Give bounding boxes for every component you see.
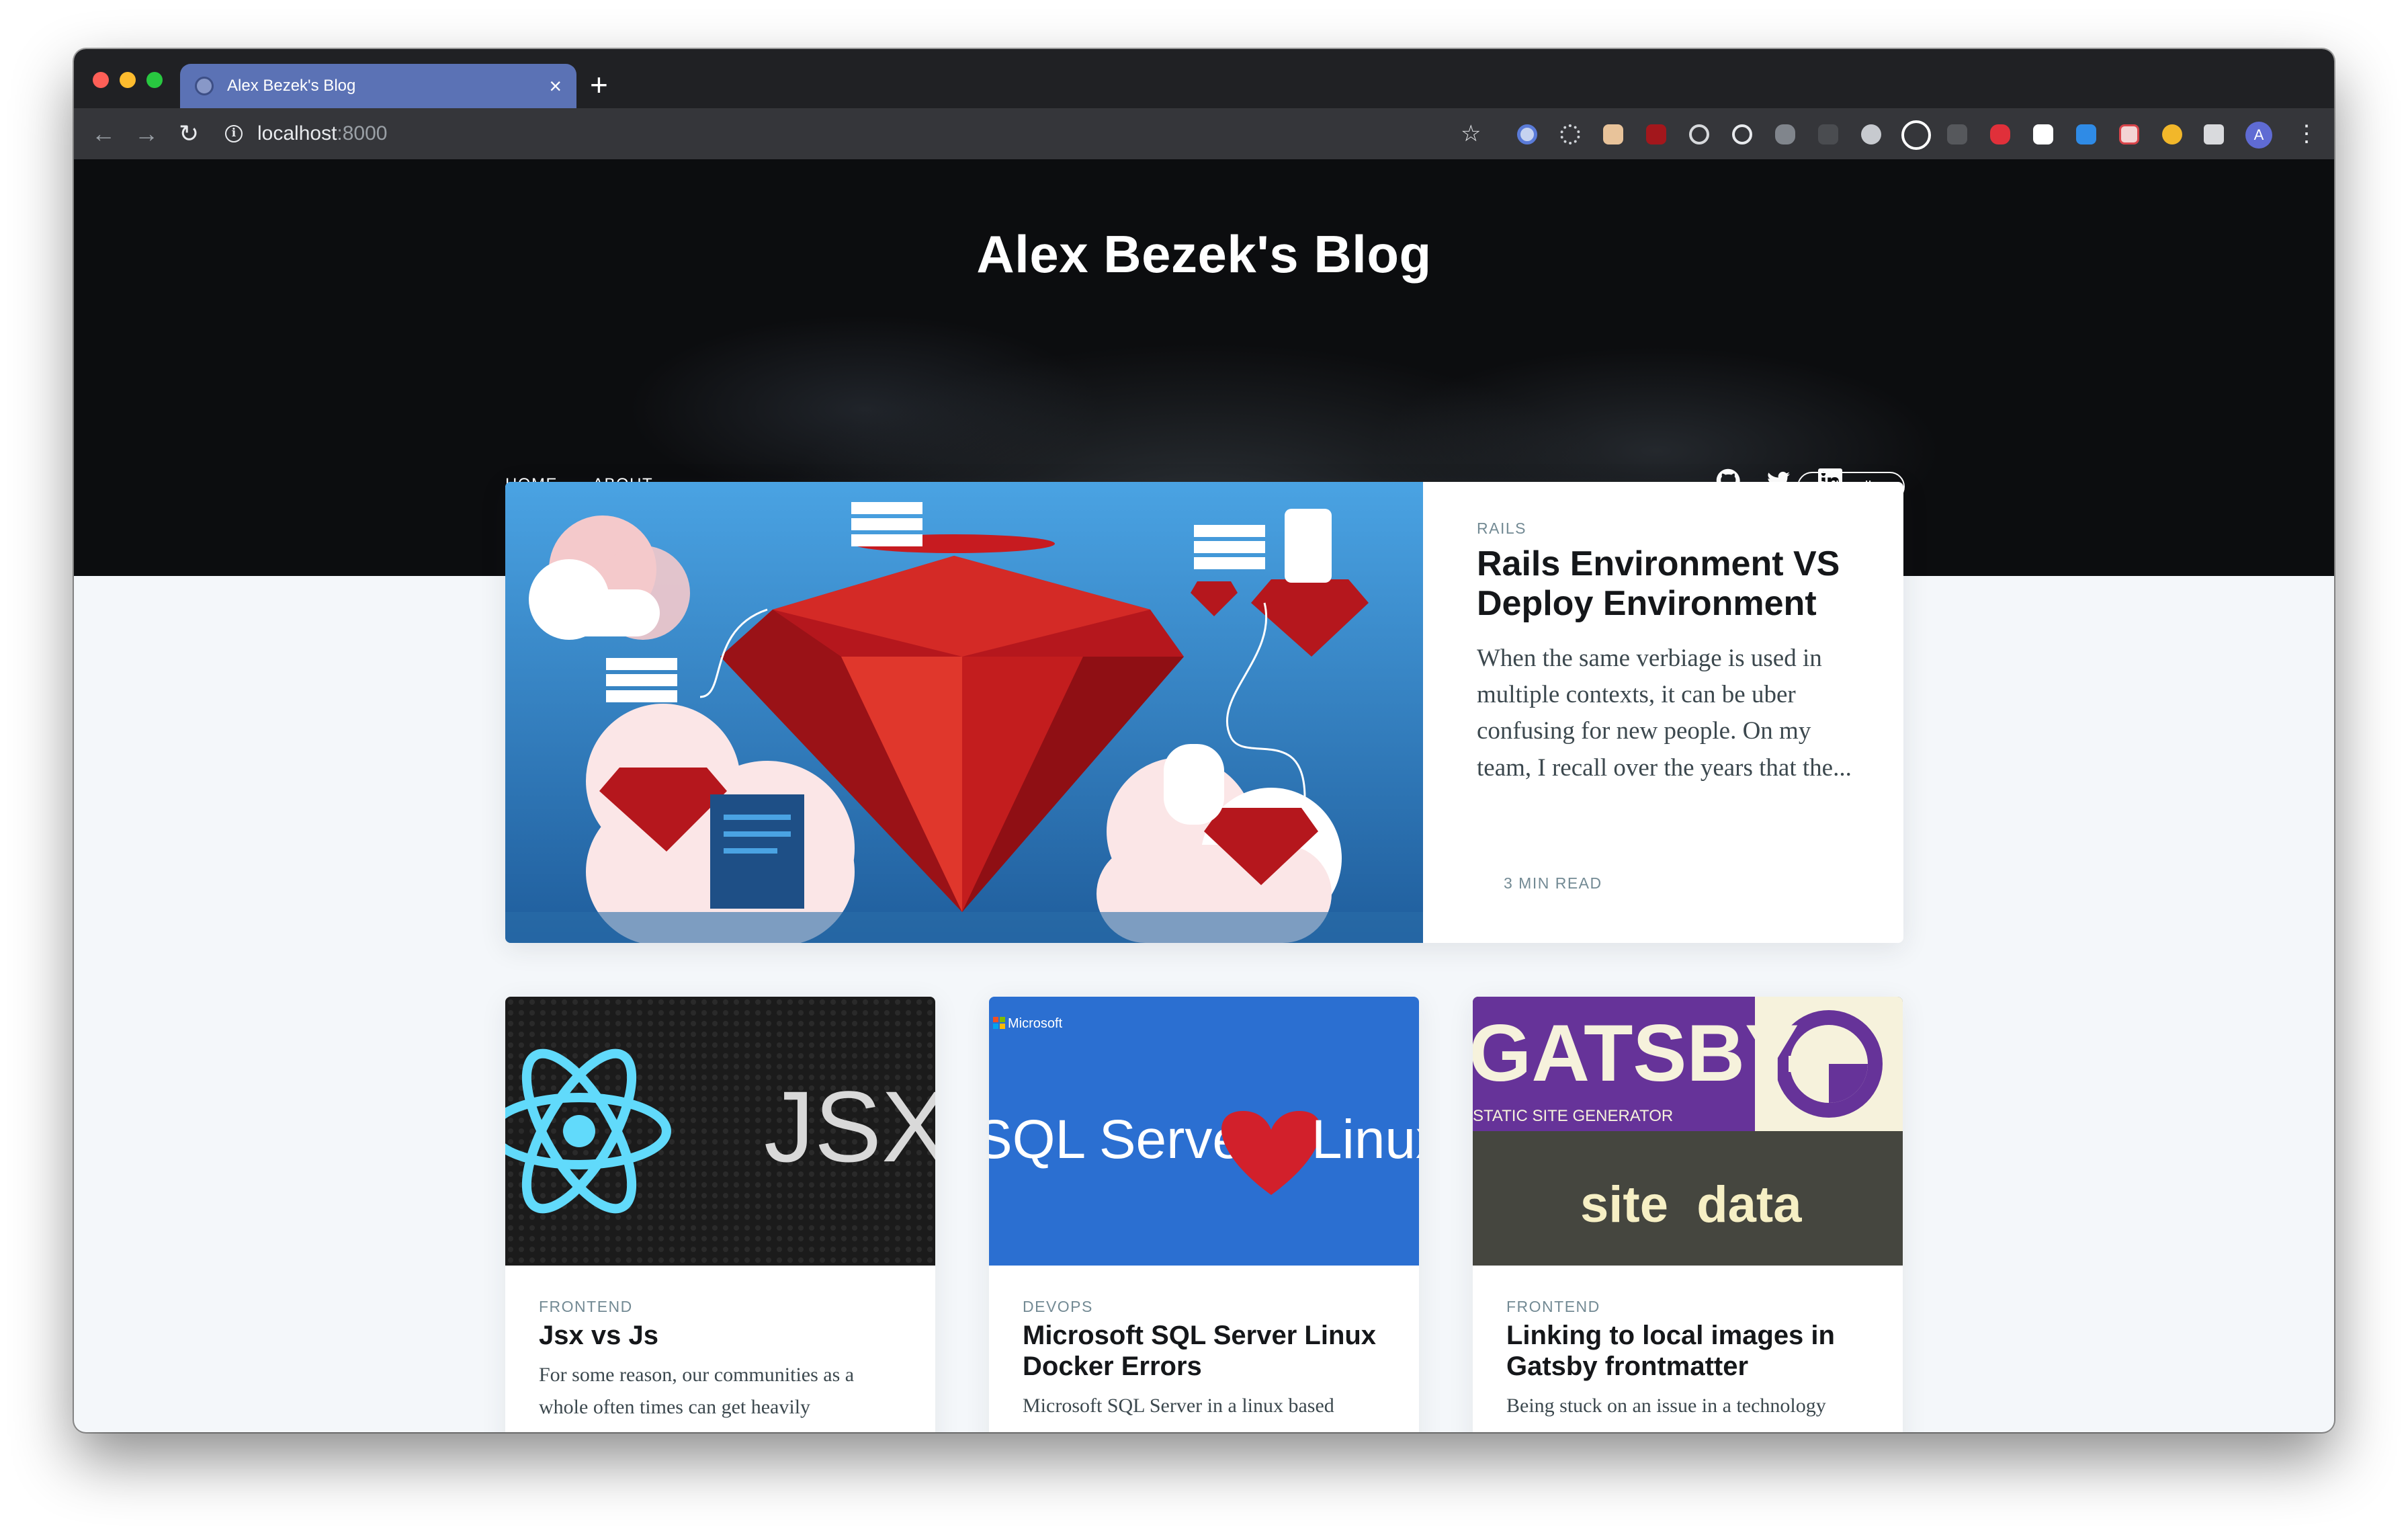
address-host: localhost xyxy=(257,122,337,144)
post-card[interactable]: GATSBY STATIC SITE GENERATOR site data F… xyxy=(1473,997,1903,1432)
svg-text:Microsoft: Microsoft xyxy=(1008,1016,1063,1031)
ublock-icon[interactable] xyxy=(1646,124,1666,144)
close-window-button[interactable] xyxy=(93,72,109,88)
featured-post-card[interactable]: RAILS Rails Environment VS Deploy Enviro… xyxy=(505,482,1903,943)
featured-read-time: 3 MIN READ xyxy=(1504,874,1602,892)
browser-menu-icon[interactable]: ⋮ xyxy=(2295,118,2318,150)
extension-8-icon[interactable] xyxy=(1818,124,1838,144)
minimize-window-button[interactable] xyxy=(120,72,136,88)
featured-post-image[interactable] xyxy=(505,482,1423,943)
address-port: :8000 xyxy=(337,122,388,144)
svg-text:site data: site data xyxy=(1580,1176,1802,1233)
extension-16-icon[interactable] xyxy=(2162,124,2182,144)
post-card-body: FRONTEND Jsx vs Js For some reason, our … xyxy=(505,1266,935,1423)
new-tab-button[interactable]: + xyxy=(590,69,608,100)
post-title[interactable]: Linking to local images in Gatsby frontm… xyxy=(1506,1320,1869,1382)
extension-15-icon[interactable] xyxy=(2119,124,2139,144)
extension-13-icon[interactable] xyxy=(2033,124,2053,144)
post-title[interactable]: Microsoft SQL Server Linux Docker Errors xyxy=(1023,1320,1385,1382)
post-card-body: FRONTEND Linking to local images in Gats… xyxy=(1473,1266,1903,1422)
extension-7-icon[interactable] xyxy=(1775,124,1795,144)
zoom-window-button[interactable] xyxy=(146,72,163,88)
globe-icon xyxy=(195,77,214,95)
extension-5-icon[interactable] xyxy=(1689,124,1709,144)
extension-3-icon[interactable] xyxy=(1603,124,1623,144)
site-title[interactable]: Alex Bezek's Blog xyxy=(74,224,2334,285)
browser-tab[interactable]: Alex Bezek's Blog × xyxy=(180,64,576,108)
extension-1-icon[interactable] xyxy=(1517,124,1537,144)
puzzle-extensions-icon[interactable] xyxy=(2204,124,2224,144)
svg-text:JSX: JSX xyxy=(764,1070,935,1183)
forward-button[interactable]: → xyxy=(134,118,159,150)
svg-text:Linux: Linux xyxy=(1312,1109,1419,1170)
featured-post-tag[interactable]: RAILS xyxy=(1477,520,1863,538)
extension-10-icon[interactable] xyxy=(1901,120,1931,150)
svg-text:SQL Server: SQL Server xyxy=(989,1109,1261,1170)
post-card-body: DEVOPS Microsoft SQL Server Linux Docker… xyxy=(989,1266,1419,1422)
post-excerpt: For some reason, our communities as a wh… xyxy=(539,1364,855,1418)
post-tag[interactable]: FRONTEND xyxy=(1506,1298,1869,1316)
tab-strip: Alex Bezek's Blog × + xyxy=(74,49,2334,108)
post-excerpt: Microsoft SQL Server in a linux based xyxy=(1023,1395,1334,1417)
extension-11-icon[interactable] xyxy=(1947,124,1967,144)
at-sign-icon[interactable] xyxy=(1732,124,1752,144)
reload-button[interactable]: ↻ xyxy=(179,118,199,150)
post-excerpt: Being stuck on an issue in a technology xyxy=(1506,1395,1826,1417)
featured-post-title[interactable]: Rails Environment VS Deploy Environment xyxy=(1477,544,1863,624)
post-tag[interactable]: DEVOPS xyxy=(1023,1298,1385,1316)
info-icon[interactable]: i xyxy=(225,125,243,142)
extension-12-icon[interactable] xyxy=(1990,124,2010,144)
browser-toolbar: ← → ↻ i localhost :8000 ☆ A ⋮ xyxy=(74,108,2334,159)
post-card[interactable]: Microsoft SQL Server Linux DEVOPS Micros… xyxy=(989,997,1419,1432)
back-button[interactable]: ← xyxy=(91,118,116,150)
extension-14-icon[interactable] xyxy=(2076,124,2096,144)
post-title[interactable]: Jsx vs Js xyxy=(539,1320,902,1351)
post-image-sql-server[interactable]: Microsoft SQL Server Linux xyxy=(989,997,1419,1266)
svg-text:STATIC SITE GENERATOR: STATIC SITE GENERATOR xyxy=(1473,1107,1673,1125)
address-bar[interactable]: i localhost :8000 xyxy=(225,116,387,151)
svg-text:GATSBY: GATSBY xyxy=(1473,1008,1799,1098)
extension-9-icon[interactable] xyxy=(1861,124,1881,144)
tab-close-icon[interactable]: × xyxy=(549,75,562,97)
post-tag[interactable]: FRONTEND xyxy=(539,1298,902,1316)
tab-title: Alex Bezek's Blog xyxy=(227,77,356,95)
post-image-gatsby[interactable]: GATSBY STATIC SITE GENERATOR site data xyxy=(1473,997,1903,1266)
featured-post-content: RAILS Rails Environment VS Deploy Enviro… xyxy=(1423,482,1903,943)
browser-window: Alex Bezek's Blog × + ← → ↻ i localhost … xyxy=(74,49,2334,1432)
post-card[interactable]: JSX FRONTEND Jsx vs Js For some reason, … xyxy=(505,997,935,1432)
bookmark-star-icon[interactable]: ☆ xyxy=(1461,118,1481,150)
profile-avatar[interactable]: A xyxy=(2245,122,2272,149)
post-image-jsx[interactable]: JSX xyxy=(505,997,935,1266)
extension-2-icon[interactable] xyxy=(1560,124,1580,144)
featured-post-excerpt: When the same verbiage is used in multip… xyxy=(1477,644,1852,782)
